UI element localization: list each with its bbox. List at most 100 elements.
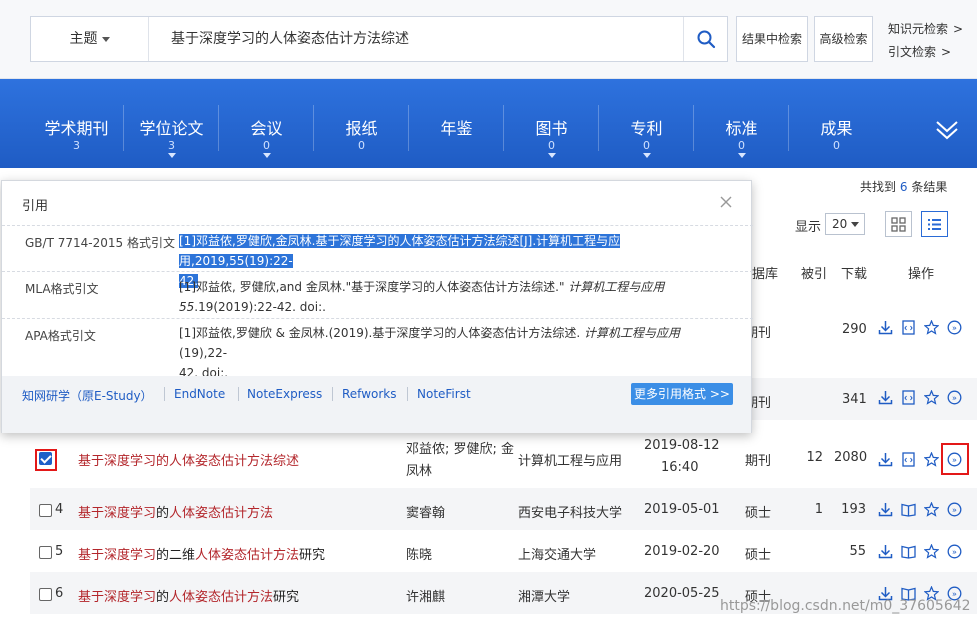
tab-books[interactable]: 图书 0 [504,79,599,168]
column-header-database[interactable]: 据库 [752,263,778,282]
title-text: 人体姿态估计方法 [195,548,300,563]
citation-text-apa[interactable]: [1]邓益侬,罗健欣 & 金凤林.(2019).基于深度学习的人体姿态估计方法综… [179,323,724,383]
online-read-button[interactable] [900,501,917,518]
export-notefirst-link[interactable]: NoteFirst [417,387,471,401]
caret-down-icon [643,153,651,158]
row-source[interactable]: 计算机工程与应用 [518,450,622,469]
caret-down-icon [168,153,176,158]
cite-button[interactable]: » [946,543,963,560]
cite-button[interactable]: » [946,501,963,518]
favorite-button[interactable] [923,319,940,336]
search-bar: 主题 基于深度学习的人体姿态估计方法综述 结果中检索 高级检索 知识元检索 > 引… [0,0,977,79]
row-cited[interactable]: 12 [801,450,823,465]
advanced-search-button[interactable]: 高级检索 [814,16,873,62]
citation-part: [1]邓益侬,罗健欣 & 金凤林.(2019).基于深度学习的人体姿态估计方法综… [179,326,584,340]
download-button[interactable] [877,543,894,560]
result-title-link[interactable]: 基于深度学习的人体姿态估计方法 [78,502,273,521]
row-source[interactable]: 上海交通大学 [518,544,596,563]
download-button[interactable] [877,389,894,406]
html-read-button[interactable] [900,389,917,406]
row-downloads: 2080 [834,450,868,465]
result-title-link[interactable]: 基于深度学习的二维人体姿态估计方法研究 [78,544,325,563]
divider [164,387,165,401]
tab-journals[interactable]: 学术期刊 3 [29,79,124,168]
citation-search-link[interactable]: 引文检索 > [888,43,951,60]
favorite-button[interactable] [923,451,940,468]
title-text: 的二维 [156,548,196,563]
svg-text:»: » [952,547,957,556]
tab-conferences[interactable]: 会议 0 [219,79,314,168]
row-authors[interactable]: 窦睿翰 [406,502,445,521]
tab-yearbooks[interactable]: 年鉴 [409,79,504,168]
star-icon [924,319,939,335]
star-icon [924,389,939,405]
annotation-highlight-cite-button [941,443,969,475]
export-estudy-link[interactable]: 知网研学（原E-Study） [22,387,153,404]
cite-button[interactable]: » [946,319,963,336]
export-refworks-link[interactable]: Refworks [342,387,397,401]
tab-standards[interactable]: 标准 0 [694,79,789,168]
tab-newspapers[interactable]: 报纸 0 [314,79,409,168]
cite-button[interactable]: » [946,389,963,406]
svg-text:»: » [952,589,957,598]
favorite-button[interactable] [923,389,940,406]
row-authors[interactable]: 邓益侬; 罗健欣; 金 [406,438,514,457]
row-downloads: 341 [842,392,867,407]
row-authors-continued[interactable]: 凤林 [406,460,432,479]
row-authors[interactable]: 许湘麒 [406,586,445,605]
row-checkbox[interactable] [39,546,52,559]
row-time: 16:40 [661,460,699,475]
database-tabs: 学术期刊 3 学位论文 3 会议 0 报纸 0 年鉴 图书 0 专利 0 标准 0 成果 0 [0,79,977,168]
download-icon [878,452,893,467]
grid-view-button[interactable] [885,211,912,237]
more-citation-formats-button[interactable]: 更多引用格式 >> [631,383,733,405]
favorite-button[interactable] [923,543,940,560]
row-cited[interactable]: 1 [801,502,823,517]
download-button[interactable] [877,319,894,336]
list-icon [928,218,941,230]
tab-theses[interactable]: 学位论文 3 [124,79,219,168]
row-authors[interactable]: 陈晓 [406,544,432,563]
double-chevron-down-icon [936,121,958,140]
star-icon [924,501,939,517]
row-checkbox[interactable] [39,504,52,517]
tab-label: 年鉴 [440,119,473,138]
close-button[interactable] [718,194,734,210]
html-read-button[interactable] [900,451,917,468]
export-endnote-link[interactable]: EndNote [174,387,225,401]
column-header-downloads[interactable]: 下载 [841,263,867,282]
quote-icon: » [947,544,962,559]
page-size-select[interactable]: 20 [825,213,865,235]
search-input[interactable]: 基于深度学习的人体姿态估计方法综述 [171,17,681,61]
expand-tabs-button[interactable] [934,117,960,147]
search-scope-select[interactable]: 主题 [31,17,149,61]
table-row: 5 基于深度学习的二维人体姿态估计方法研究 陈晓 上海交通大学 2019-02-… [30,530,977,572]
search-button[interactable] [683,17,728,61]
knowledge-search-link[interactable]: 知识元检索 > [888,20,963,37]
tab-achievements[interactable]: 成果 0 [789,79,884,168]
online-read-button[interactable] [900,543,917,560]
search-within-results-button[interactable]: 结果中检索 [736,16,808,62]
row-source[interactable]: 西安电子科技大学 [518,502,622,521]
caret-down-icon [548,153,556,158]
tab-label: 图书 [535,119,568,138]
row-date: 2019-08-12 [644,438,720,453]
download-button[interactable] [877,451,894,468]
export-noteexpress-link[interactable]: NoteExpress [247,387,322,401]
row-source[interactable]: 湘潭大学 [518,586,570,605]
citation-text-mla[interactable]: [1]邓益侬, 罗健欣,and 金凤林."基于深度学习的人体姿态估计方法综述."… [179,277,724,317]
divider [332,387,333,401]
result-count: 共找到 6 条结果 [860,178,947,195]
result-title-link[interactable]: 基于深度学习的人体姿态估计方法综述 [78,450,299,469]
download-button[interactable] [877,501,894,518]
favorite-button[interactable] [923,501,940,518]
result-count-suffix: 条结果 [911,180,948,194]
tab-count: 0 [833,139,840,152]
result-title-link[interactable]: 基于深度学习的人体姿态估计方法研究 [78,586,299,605]
tab-patents[interactable]: 专利 0 [599,79,694,168]
title-text: 的 [156,590,170,605]
html-read-button[interactable] [900,319,917,336]
column-header-cited[interactable]: 被引 [801,263,827,282]
list-view-button[interactable] [921,211,948,237]
row-checkbox[interactable] [39,588,52,601]
